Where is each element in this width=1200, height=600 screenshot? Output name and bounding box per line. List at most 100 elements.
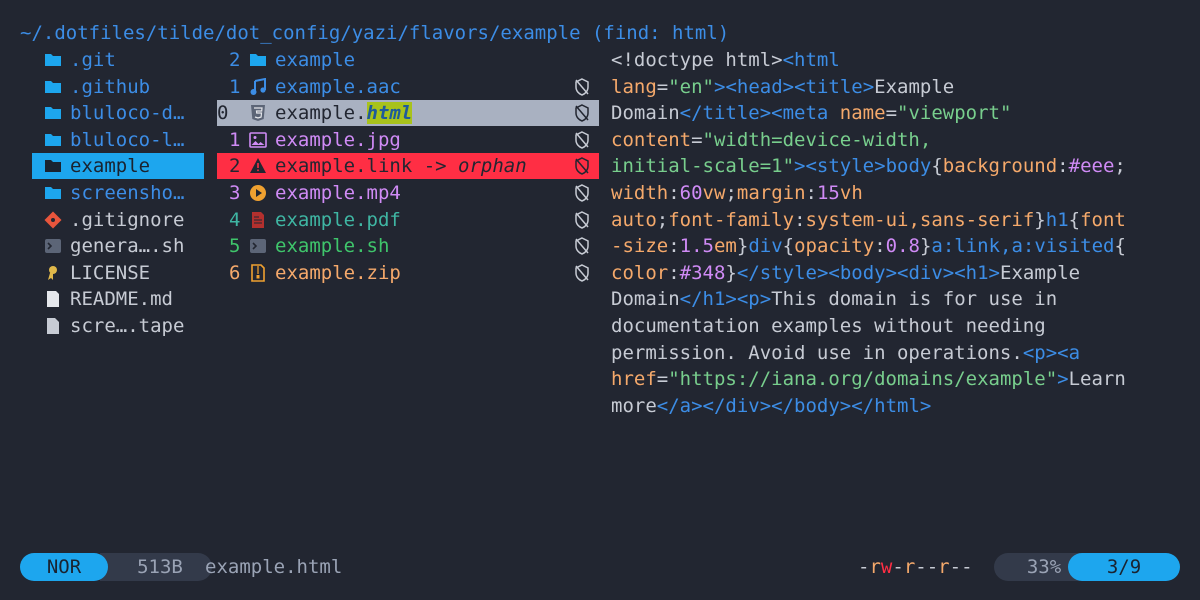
file-item-label: example.zip [275,261,401,284]
parent-item-3[interactable]: bluloco-l… [32,127,204,153]
code-token: system-ui,sans-serif [805,208,1035,231]
parent-item-9[interactable]: README.md [32,286,204,312]
code-token: body [885,155,932,178]
parent-item-1[interactable]: .github [32,74,204,100]
code-token: } [725,261,737,284]
link-target: orphan [458,155,527,178]
parent-item-10[interactable]: scre….tape [32,313,204,339]
terminal-icon [249,237,267,255]
parent-item-label: scre….tape [70,315,185,337]
code-token: { [1068,208,1081,231]
code-token: font-family [668,208,795,231]
code-token: </div> [702,394,772,417]
code-token: color [611,261,669,284]
file-item-label: example.mp4 [275,182,401,204]
permission-char: r [869,556,881,578]
code-token: </h1> [679,288,737,311]
preview-line: initial-scale=1"><style>body{background:… [611,153,1126,179]
preview-line: more</a></div></body></html> [611,393,931,419]
permission-char: w [880,556,893,578]
folder-icon [44,184,62,202]
file-item-0[interactable]: 2 example [217,47,599,73]
no-git-status-icon [574,157,590,176]
code-token: <meta [771,102,840,125]
code-token: } [919,235,932,258]
code-token: Learn [1068,368,1126,391]
line-number: 2 [229,49,241,71]
code-token: { [931,155,943,178]
code-token: font [1080,208,1126,231]
permission-char: - [915,556,927,578]
code-token: </html> [851,394,932,417]
code-token: > [1057,368,1069,391]
code-token: 15 [816,182,840,204]
folder-icon [44,157,62,175]
file-item-label: example.pdf [275,208,401,231]
file-item-7[interactable]: 5 example.sh [217,233,599,259]
parent-item-label: screensho… [70,182,185,204]
folder-icon [44,104,62,122]
parent-item-6[interactable]: .gitignore [32,207,204,233]
code-token: <html [782,49,840,71]
code-token: width [611,182,669,204]
code-token: ; [725,182,737,204]
line-number: 0 [217,102,229,125]
file-item-3[interactable]: 1 example.jpg [217,127,599,153]
code-token: </body> [771,394,852,417]
git-icon [44,211,62,229]
github-folder-icon [44,78,62,96]
file-item-1[interactable]: 1 example.aac [217,74,599,100]
no-git-status-icon [574,210,590,229]
code-token: margin [736,182,806,204]
parent-item-0[interactable]: .git [32,47,204,73]
line-number: 2 [229,155,241,178]
code-token: { [782,235,795,258]
code-token: <head> [725,75,795,98]
file-permissions: -rw-r--r-- [858,553,973,581]
file-icon [44,317,62,335]
line-number: 1 [229,128,241,151]
code-token: : [874,235,886,258]
code-token: This domain is for use in [771,288,1058,311]
current-path-header: ~/.dotfiles/tilde/dot_config/yazi/flavor… [20,22,730,44]
code-token: { [1114,235,1126,258]
code-token: permission. Avoid use in operations. [611,341,1023,364]
parent-item-label: LICENSE [70,261,151,284]
code-token: 0.8 [885,235,920,258]
preview-line: color:#348}</style><body><div><h1>Exampl… [611,260,1080,286]
file-item-2[interactable]: 0 example.html [217,100,599,127]
file-item-4[interactable]: 2 example.link -> orphan [217,153,599,180]
file-item-6[interactable]: 4 example.pdf [217,207,599,233]
file-item-8[interactable]: 6 example.zip [217,260,599,286]
code-token: = [656,75,669,98]
code-token: = [691,128,703,151]
parent-item-label: .git [70,49,116,71]
line-number: 1 [229,75,241,98]
parent-item-7[interactable]: genera….sh [32,233,204,259]
preview-line: Domain</h1><p>This domain is for use in [611,286,1057,312]
code-token: Domain [611,102,680,125]
parent-item-label: .github [70,75,151,98]
parent-item-label: example [70,155,151,178]
code-token: </title> [679,102,772,125]
parent-item-2[interactable]: bluloco-d… [32,100,204,126]
git-folder-icon [44,51,62,69]
preview-line: width:60vw;margin:15vh [611,180,863,206]
code-token: <style> [805,155,886,178]
code-token: lang [611,75,657,98]
line-number: 6 [229,261,241,284]
code-token: > [794,155,806,178]
play-icon [249,184,267,202]
parent-item-8[interactable]: LICENSE [32,260,204,286]
file-item-5[interactable]: 3 example.mp4 [217,180,599,206]
code-token: opacity [794,235,875,258]
zip-icon [249,263,267,282]
parent-item-4[interactable]: example [32,153,204,180]
code-token: <title> [794,75,875,98]
folder-icon [44,131,62,149]
code-token: initial-scale=1" [611,155,795,178]
no-git-status-icon [574,237,590,255]
warning-icon [249,157,267,175]
music-icon [249,77,267,96]
parent-item-5[interactable]: screensho… [32,180,204,206]
